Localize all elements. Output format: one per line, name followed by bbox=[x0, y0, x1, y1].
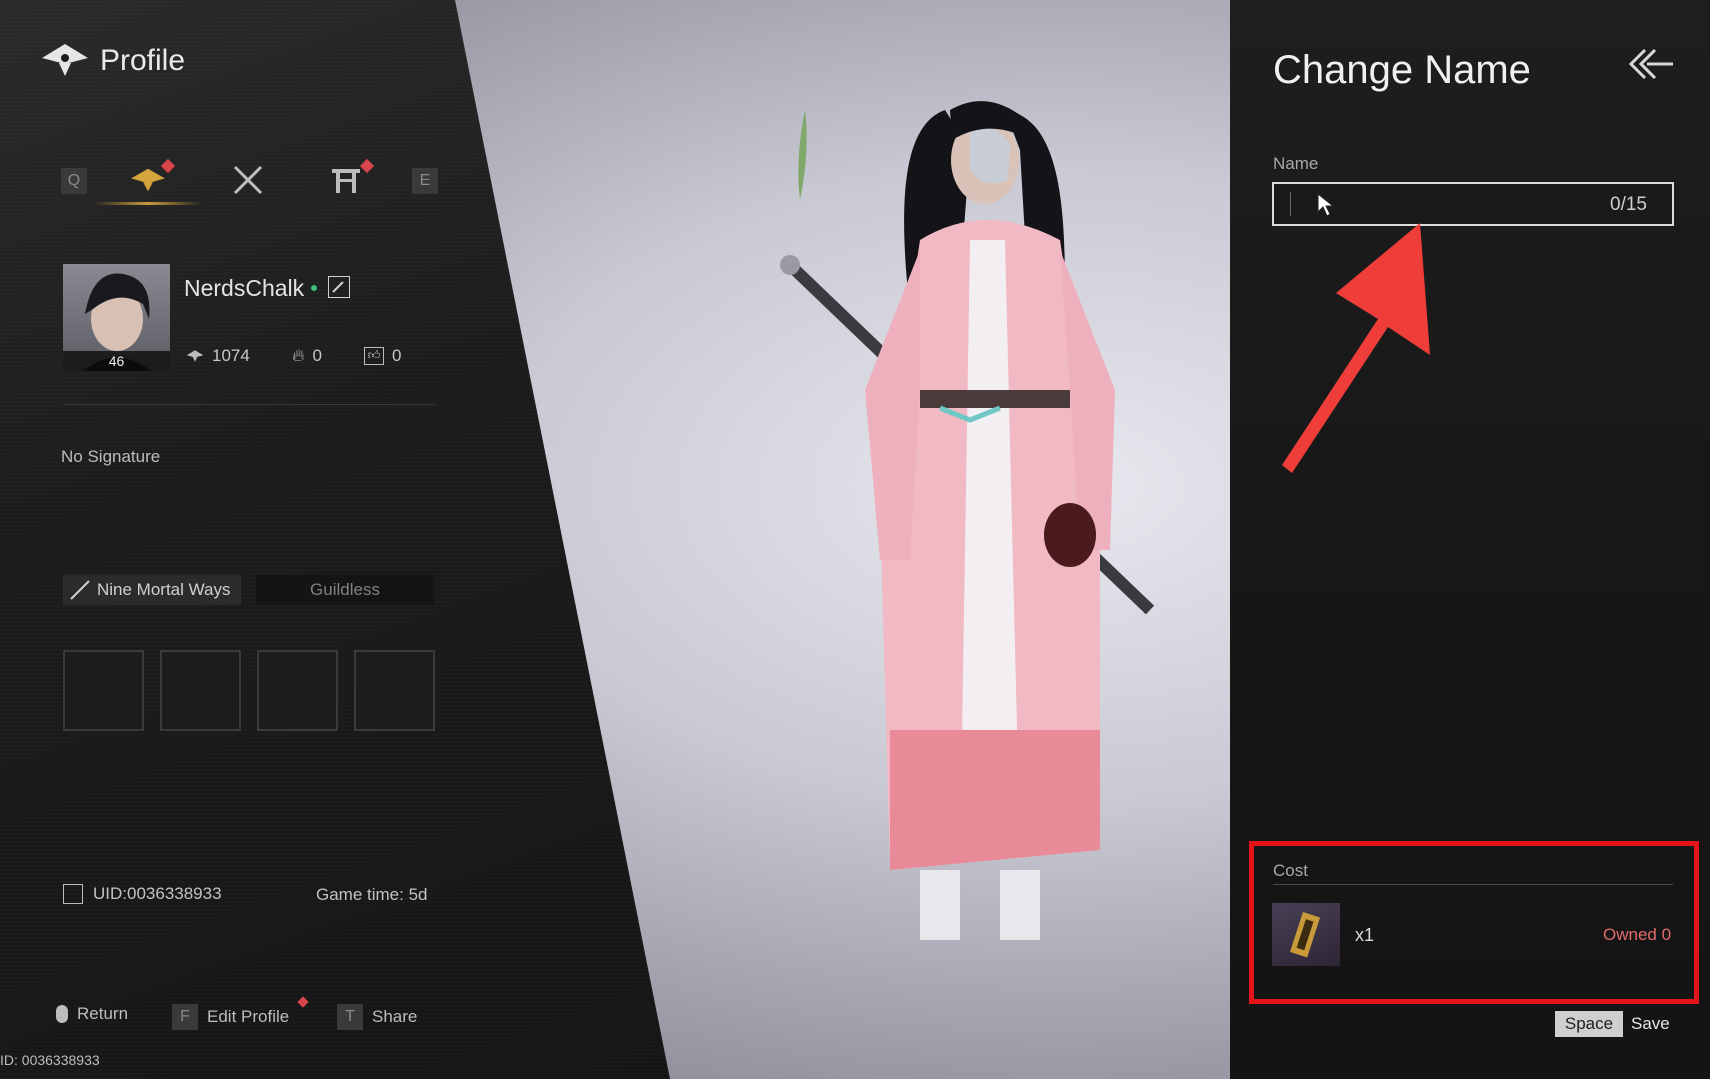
tab-combat[interactable] bbox=[226, 160, 270, 200]
return-label: Return bbox=[77, 1004, 129, 1023]
gate-icon bbox=[332, 169, 360, 193]
guild-chip[interactable]: Guildless bbox=[256, 575, 434, 605]
active-tab-indicator bbox=[94, 202, 202, 205]
character-model[interactable] bbox=[770, 90, 1240, 1040]
edit-profile-button[interactable]: F Edit Profile bbox=[172, 1004, 289, 1030]
player-name: NerdsChalk bbox=[184, 275, 305, 301]
sect-name: Nine Mortal Ways bbox=[97, 580, 231, 599]
badge-slot-3[interactable] bbox=[257, 650, 338, 731]
pencil-icon bbox=[332, 281, 344, 293]
profile-tab-icon bbox=[131, 168, 165, 192]
badge-slot-1[interactable] bbox=[63, 650, 144, 731]
player-level: 46 bbox=[63, 351, 170, 371]
mouse-icon bbox=[56, 1005, 68, 1023]
crossed-swords-icon bbox=[233, 165, 263, 195]
guild-name: Guildless bbox=[310, 580, 380, 599]
fire-icon: 🔥︎ bbox=[292, 346, 305, 365]
uid-row[interactable]: UID:0036338933 bbox=[63, 884, 222, 904]
return-button[interactable]: Return bbox=[56, 1004, 128, 1024]
save-button[interactable]: Save bbox=[1631, 1014, 1670, 1034]
copy-icon[interactable] bbox=[63, 884, 83, 904]
score-icon bbox=[186, 350, 204, 362]
score-stat: 1074 bbox=[186, 346, 250, 366]
prev-tab-key[interactable]: Q bbox=[61, 168, 87, 194]
next-tab-key[interactable]: E bbox=[412, 168, 438, 194]
name-field-label: Name bbox=[1273, 154, 1319, 173]
edit-name-icon[interactable] bbox=[328, 276, 350, 298]
edit-profile-label: Edit Profile bbox=[207, 1007, 290, 1026]
online-status-indicator bbox=[311, 285, 317, 291]
badge-slot-4[interactable] bbox=[354, 650, 435, 731]
share-button[interactable]: T Share bbox=[337, 1004, 417, 1030]
score-value: 1074 bbox=[212, 346, 250, 365]
likes-stat: 👍︎ 0 bbox=[364, 346, 401, 366]
profile-logo-icon bbox=[42, 44, 88, 76]
fire-stat: 🔥︎ 0 bbox=[292, 346, 322, 366]
annotation-highlight-box bbox=[1249, 841, 1699, 1004]
likes-value: 0 bbox=[392, 346, 402, 365]
save-key[interactable]: Space bbox=[1555, 1011, 1623, 1037]
edit-profile-key: F bbox=[172, 1004, 198, 1030]
share-label: Share bbox=[372, 1007, 418, 1026]
sect-chip[interactable]: Nine Mortal Ways bbox=[63, 575, 241, 605]
page-title: Profile bbox=[100, 44, 186, 77]
back-arrow-icon[interactable] bbox=[1625, 46, 1675, 82]
signature-text[interactable]: No Signature bbox=[61, 447, 160, 467]
blade-icon bbox=[70, 580, 90, 600]
avatar[interactable]: 46 bbox=[63, 264, 170, 371]
change-name-title: Change Name bbox=[1273, 48, 1531, 92]
share-key: T bbox=[337, 1004, 363, 1030]
badge-slot-2[interactable] bbox=[160, 650, 241, 731]
fire-value: 0 bbox=[312, 346, 322, 365]
game-time: Game time: 5d bbox=[316, 885, 428, 904]
annotation-arrow-icon bbox=[1282, 223, 1430, 473]
profile-divider bbox=[63, 404, 435, 405]
uid-text: UID:0036338933 bbox=[93, 884, 222, 903]
name-char-counter: 0/15 bbox=[1610, 194, 1647, 215]
thumbs-up-icon: 👍︎ bbox=[364, 347, 384, 365]
input-caret bbox=[1290, 192, 1291, 216]
id-footer: ID: 0036338933 bbox=[0, 1052, 100, 1068]
